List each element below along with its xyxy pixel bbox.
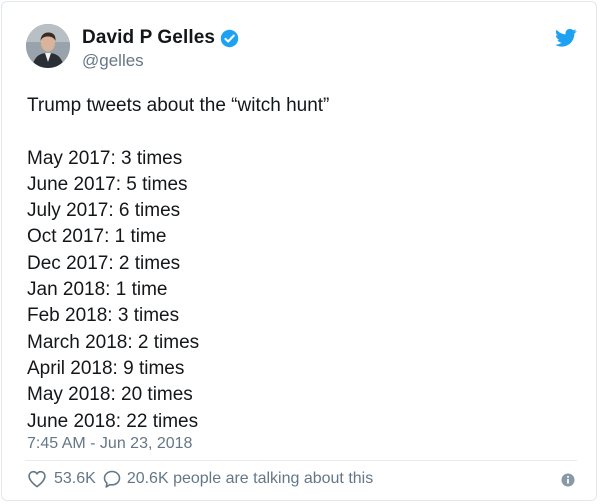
author-name-row[interactable]: David P Gelles: [82, 26, 239, 50]
tweet-line: April 2018: 9 times: [27, 357, 185, 379]
tweet-line: July 2017: 6 times: [27, 200, 181, 222]
tweet-line: Dec 2017: 2 times: [27, 252, 181, 274]
divider: [25, 460, 577, 461]
author-handle[interactable]: @gelles: [82, 51, 144, 71]
tweet-line: March 2018: 2 times: [27, 331, 200, 353]
talking-count[interactable]: 20.6K people are talking about this: [127, 470, 373, 488]
tweet-card: David P Gelles @gelles Trump tweets abou…: [1, 1, 597, 501]
avatar[interactable]: [26, 24, 70, 68]
author-display-name[interactable]: David P Gelles: [82, 27, 215, 49]
twitter-bird-icon[interactable]: [555, 28, 577, 48]
verified-badge-icon: [220, 29, 239, 47]
tweet-line: June 2018: 22 times: [27, 410, 199, 432]
like-count[interactable]: 53.6K: [54, 470, 96, 488]
tweet-line: Oct 2017: 1 time: [27, 226, 167, 248]
tweet-text: Trump tweets about the “witch hunt” May …: [27, 93, 577, 435]
info-icon[interactable]: [561, 473, 575, 487]
tweet-line: Jan 2018: 1 time: [27, 279, 168, 301]
heart-icon[interactable]: [27, 469, 47, 489]
speech-bubble-icon[interactable]: [102, 469, 122, 489]
tweet-line: May 2017: 3 times: [27, 147, 183, 169]
tweet-line: May 2018: 20 times: [27, 384, 193, 406]
tweet-line: June 2017: 5 times: [27, 173, 188, 195]
tweet-intro: Trump tweets about the “witch hunt”: [27, 95, 330, 116]
tweet-actions: 53.6K 20.6K people are talking about thi…: [27, 468, 373, 490]
tweet-line: Feb 2018: 3 times: [27, 305, 180, 327]
tweet-timestamp[interactable]: 7:45 AM - Jun 23, 2018: [27, 435, 192, 453]
